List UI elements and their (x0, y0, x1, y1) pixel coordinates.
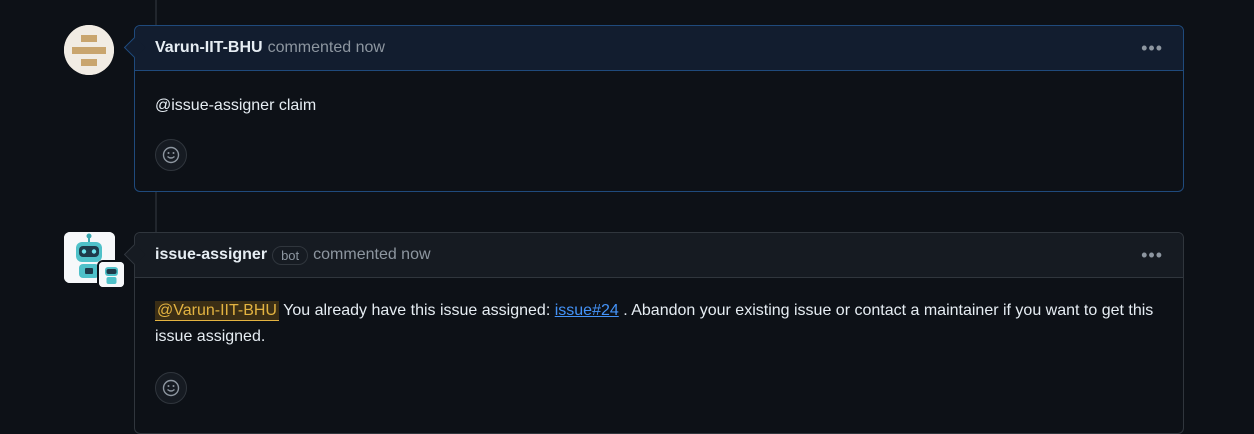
bot-badge: bot (272, 245, 309, 265)
avatar[interactable] (64, 25, 114, 75)
author-link[interactable]: Varun-IIT-BHU (155, 39, 263, 57)
comment-timestamp[interactable]: commented now (268, 39, 385, 57)
author-link[interactable]: issue-assigner (155, 246, 267, 264)
smiley-icon (162, 379, 180, 397)
issue-link[interactable]: issue#24 (555, 302, 619, 319)
add-reaction-button[interactable] (155, 139, 187, 171)
comment-body: @issue-assigner claim (155, 97, 317, 114)
body-text: You already have this issue assigned: (278, 302, 555, 319)
add-reaction-button[interactable] (155, 372, 187, 404)
kebab-horizontal-icon[interactable]: ••• (1141, 245, 1163, 266)
robot-icon (99, 262, 124, 287)
identicon-icon (64, 25, 114, 75)
user-mention[interactable]: @Varun-IIT-BHU (155, 301, 279, 321)
smiley-icon (162, 146, 180, 164)
comment-header: Varun-IIT-BHU commented now ••• (135, 26, 1183, 71)
bot-small-avatar (97, 260, 126, 289)
comment: issue-assigner bot commented now ••• @Va… (123, 232, 1184, 434)
comment-timestamp[interactable]: commented now (313, 246, 430, 264)
comment: Varun-IIT-BHU commented now ••• @issue-a… (123, 25, 1184, 192)
kebab-horizontal-icon[interactable]: ••• (1141, 38, 1163, 59)
comment-header: issue-assigner bot commented now ••• (135, 233, 1183, 278)
comment-body: @Varun-IIT-BHU You already have this iss… (135, 278, 1183, 350)
